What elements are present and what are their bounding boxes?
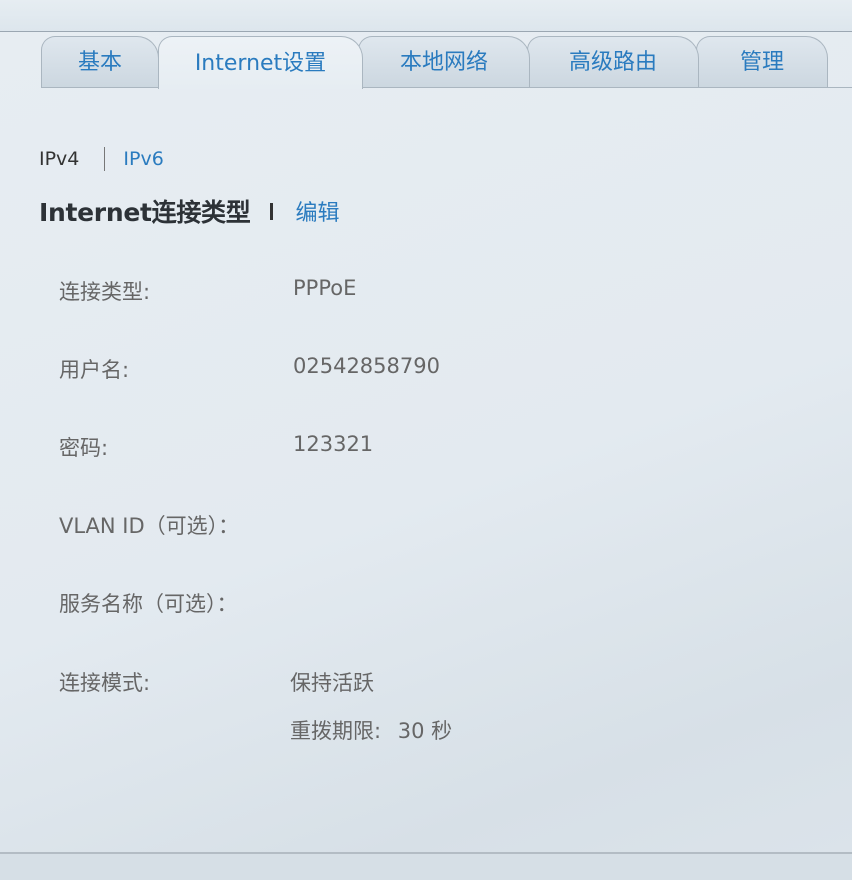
ip-version-switch: IPv4 IPv6: [39, 145, 164, 173]
edit-link[interactable]: 编辑: [295, 195, 339, 227]
tab-local-network[interactable]: 本地网络: [358, 36, 530, 87]
password-label: 密码:: [59, 436, 109, 460]
connection-mode-value: 保持活跃: [290, 671, 374, 695]
section-header-separator: [270, 202, 274, 220]
redial-period: 重拨期限: 30 秒: [290, 715, 452, 745]
username-label: 用户名:: [59, 358, 130, 382]
tab-bar: 基本 Internet设置 本地网络 高级路由 管理: [0, 36, 852, 89]
vlan-id-label: VLAN ID（可选）：: [59, 514, 240, 538]
tab-basic[interactable]: 基本: [41, 36, 159, 87]
redial-period-label: 重拨期限:: [290, 719, 382, 743]
section-header: Internet连接类型 编辑: [39, 192, 339, 230]
username-value: 02542858790: [293, 354, 440, 378]
ipv6-link[interactable]: IPv6: [123, 148, 163, 170]
tab-internet-settings[interactable]: Internet设置: [158, 36, 363, 89]
section-title: Internet连接类型: [39, 198, 251, 227]
ipv4-option[interactable]: IPv4: [39, 148, 79, 170]
password-value: 123321: [293, 432, 374, 456]
tab-advanced-routing[interactable]: 高级路由: [527, 36, 699, 87]
connection-type-label: 连接类型:: [59, 280, 151, 304]
bottom-bar: [0, 852, 852, 880]
ip-version-divider: [104, 147, 106, 171]
connection-mode-label: 连接模式:: [59, 671, 151, 695]
top-bar: [0, 0, 852, 32]
redial-period-value: 30 秒: [397, 719, 453, 743]
service-name-label: 服务名称（可选）：: [59, 592, 238, 616]
tab-management[interactable]: 管理: [696, 36, 828, 87]
connection-type-value: PPPoE: [293, 276, 357, 300]
